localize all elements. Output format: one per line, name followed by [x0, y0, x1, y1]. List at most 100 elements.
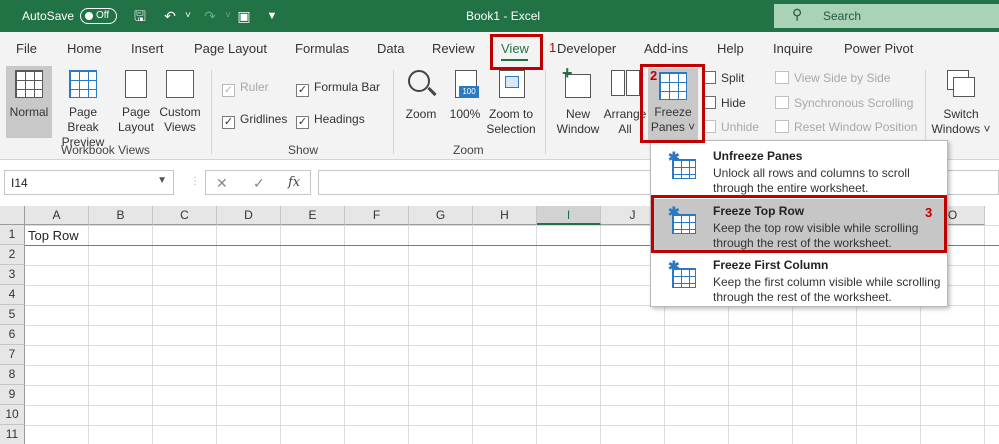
tab-file[interactable]: File [16, 41, 37, 56]
page-layout-icon [125, 70, 147, 98]
cell-a1[interactable]: Top Row [28, 228, 79, 243]
tab-formulas[interactable]: Formulas [295, 41, 349, 56]
reset-position-icon [775, 120, 789, 133]
view-side-by-side-button[interactable]: View Side by Side [775, 71, 891, 85]
tab-developer[interactable]: Developer [557, 41, 616, 56]
tab-data[interactable]: Data [377, 41, 404, 56]
annotation-step-1: 1 [549, 40, 557, 55]
search-box[interactable]: ⚲ Search [774, 4, 999, 28]
column-header-g[interactable]: G [409, 206, 473, 225]
tab-insert[interactable]: Insert [131, 41, 164, 56]
row-header-5[interactable]: 5 [0, 305, 25, 325]
annotation-box-view-tab [490, 34, 543, 70]
column-header-a[interactable]: A [25, 206, 89, 225]
undo-dropdown-icon[interactable]: ˅ [178, 6, 198, 26]
column-header-d[interactable]: D [217, 206, 281, 225]
zoom-button[interactable]: Zoom [400, 66, 442, 138]
column-header-i[interactable]: I [537, 206, 601, 225]
row-header-10[interactable]: 10 [0, 405, 25, 425]
column-header-b[interactable]: B [89, 206, 153, 225]
row-header-6[interactable]: 6 [0, 325, 25, 345]
tab-power-pivot[interactable]: Power Pivot [844, 41, 913, 56]
formula-buttons: ✕ ✓ fx [205, 170, 311, 195]
ruler-label: Ruler [240, 80, 269, 94]
split-button[interactable]: Split [702, 71, 744, 85]
search-icon: ⚲ [792, 6, 803, 22]
group-separator [545, 70, 546, 154]
zoom-to-selection-button[interactable]: Zoom to Selection [485, 66, 537, 138]
normal-view-icon [15, 70, 43, 98]
unfreeze-panes-icon: ✱ [668, 149, 698, 180]
tab-home[interactable]: Home [67, 41, 102, 56]
tab-help[interactable]: Help [717, 41, 744, 56]
side-by-side-icon [775, 71, 789, 84]
switch-windows-icon [945, 68, 977, 100]
page-break-preview-button[interactable]: Page Break Preview [53, 66, 113, 149]
gridlines-checkbox[interactable]: ✓ Gridlines [222, 112, 287, 129]
zoom-100-button[interactable]: 100 100% [446, 66, 484, 138]
row-header-3[interactable]: 3 [0, 265, 25, 285]
insert-function-icon[interactable]: fx [288, 175, 300, 190]
unhide-button[interactable]: Unhide [702, 120, 759, 134]
reset-window-position-button[interactable]: Reset Window Position [775, 120, 917, 134]
column-header-c[interactable]: C [153, 206, 217, 225]
row-header-11[interactable]: 11 [0, 425, 25, 444]
column-header-e[interactable]: E [281, 206, 345, 225]
zoom-selection-label-1: Zoom to [488, 107, 533, 121]
autosave-label: AutoSave [22, 9, 75, 23]
synchronous-scrolling-button[interactable]: Synchronous Scrolling [775, 96, 913, 110]
workbook-views-group-label: Workbook Views [61, 143, 150, 157]
custom-views-icon [166, 70, 194, 98]
reset-position-label: Reset Window Position [794, 120, 918, 134]
name-box-dropdown-icon[interactable]: ▼ [157, 175, 167, 186]
headings-checkbox[interactable]: ✓ Headings [296, 112, 365, 129]
cancel-icon[interactable]: ✕ [216, 175, 228, 192]
ruler-checkbox[interactable]: ✓ Ruler [222, 80, 269, 97]
tab-review[interactable]: Review [432, 41, 475, 56]
name-box[interactable]: I14 ▼ [4, 170, 174, 195]
unhide-label: Unhide [721, 120, 760, 134]
column-gridline [408, 225, 409, 444]
tab-page-layout[interactable]: Page Layout [194, 41, 267, 56]
new-window-label-1: New [565, 107, 590, 121]
window-title: Book1 - Excel [466, 9, 541, 23]
switch-windows-button[interactable]: Switch Windows ˅ [930, 66, 992, 138]
redo-icon[interactable]: ↷ [200, 6, 220, 26]
row-header-8[interactable]: 8 [0, 365, 25, 385]
gridlines-label: Gridlines [240, 112, 288, 126]
custom-views-button[interactable]: Custom Views [157, 66, 203, 138]
menu-item-unfreeze-panes[interactable]: ✱ Unfreeze Panes Unlock all rows and col… [653, 144, 947, 196]
column-header-f[interactable]: F [345, 206, 409, 225]
camera-icon[interactable]: ▣ [234, 6, 254, 26]
normal-view-button[interactable]: Normal [6, 66, 52, 138]
hide-button[interactable]: Hide [702, 96, 746, 110]
page-layout-button[interactable]: Page Layout [115, 66, 157, 138]
row-header-9[interactable]: 9 [0, 385, 25, 405]
save-icon[interactable]: 🖫 [130, 6, 150, 26]
page-break-label-1: Page Break [67, 105, 99, 134]
undo-icon[interactable]: ↶ [160, 6, 180, 26]
new-window-button[interactable]: + New Window [553, 64, 603, 138]
enter-icon[interactable]: ✓ [253, 175, 265, 192]
custom-views-label-1: Custom [159, 105, 201, 119]
row-header-2[interactable]: 2 [0, 245, 25, 265]
column-gridline [600, 225, 601, 444]
zoom-selection-icon [495, 68, 527, 100]
row-header-1[interactable]: 1 [0, 225, 25, 245]
menu-item-freeze-first-column[interactable]: ✱ Freeze First Column Keep the first col… [653, 253, 947, 305]
tab-add-ins[interactable]: Add-ins [644, 41, 688, 56]
custom-views-label-2: Views [164, 120, 196, 134]
formula-bar-checkbox[interactable]: ✓ Formula Bar [296, 80, 380, 97]
row-header-4[interactable]: 4 [0, 285, 25, 305]
row-header-7[interactable]: 7 [0, 345, 25, 365]
zoom-group-label: Zoom [453, 143, 484, 157]
column-header-h[interactable]: H [473, 206, 537, 225]
select-all-corner[interactable] [0, 206, 25, 225]
zoom-selection-label-2: Selection [486, 122, 536, 136]
autosave-toggle[interactable]: Off [80, 8, 117, 24]
formula-bar-grip-icon[interactable]: ⋮ [190, 176, 200, 187]
tab-inquire[interactable]: Inquire [773, 41, 813, 56]
customize-qat-icon[interactable]: ▼ [262, 6, 282, 26]
page-break-icon [69, 70, 97, 98]
zoom-100-label: 100% [449, 107, 481, 121]
